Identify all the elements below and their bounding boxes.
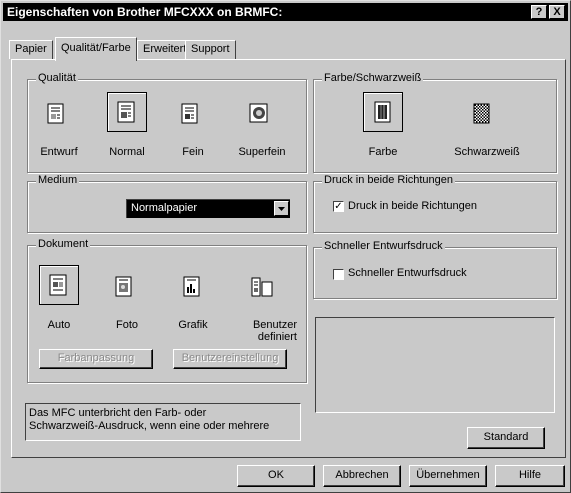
- tab-papier[interactable]: Papier: [9, 40, 53, 59]
- quality-fine-label: Fein: [182, 146, 204, 158]
- medium-select-value: Normalpapier: [131, 202, 198, 214]
- color-icon[interactable]: [363, 92, 403, 132]
- fast-draft-checkbox[interactable]: [333, 269, 344, 280]
- monochrome-label: Schwarzweiß: [454, 146, 520, 158]
- cancel-button[interactable]: Abbrechen: [323, 465, 401, 487]
- superfine-quality-icon[interactable]: [243, 97, 277, 131]
- custom-document-icon[interactable]: [245, 270, 279, 304]
- document-custom-label: Benutzer definiert: [252, 319, 297, 343]
- help-button[interactable]: ?: [531, 5, 547, 19]
- document-photo-label: Foto: [115, 319, 138, 331]
- ok-button[interactable]: OK: [237, 465, 315, 487]
- preview-box: [315, 317, 555, 413]
- document-graphic-label: Grafik: [178, 319, 208, 331]
- tab-support[interactable]: Support: [185, 40, 236, 59]
- fine-quality-icon[interactable]: [175, 97, 209, 131]
- duplex-group-label: Druck in beide Richtungen: [322, 174, 456, 186]
- color-group-label: Farbe/Schwarzweiß: [322, 72, 424, 84]
- close-button[interactable]: X: [549, 5, 565, 19]
- color-label: Farbe: [368, 146, 398, 158]
- document-group-label: Dokument: [36, 238, 91, 250]
- help-footer-button[interactable]: Hilfe: [495, 465, 565, 487]
- standard-button[interactable]: Standard: [467, 427, 545, 449]
- duplex-checkbox[interactable]: ✓: [333, 201, 344, 212]
- title-bar: Eigenschaften von Brother MFCXXX on BRMF…: [3, 3, 568, 21]
- apply-button[interactable]: Übernehmen: [409, 465, 487, 487]
- window-title: Eigenschaften von Brother MFCXXX on BRMF…: [7, 5, 283, 19]
- info-box: Das MFC unterbricht den Farb- oder Schwa…: [25, 403, 301, 441]
- graphic-document-icon[interactable]: [177, 270, 211, 304]
- fast-draft-checkbox-label[interactable]: Schneller Entwurfsdruck: [348, 267, 467, 279]
- medium-select[interactable]: Normalpapier: [126, 199, 290, 218]
- duplex-checkbox-label[interactable]: Druck in beide Richtungen: [348, 200, 477, 212]
- medium-group-label: Medium: [36, 174, 80, 186]
- photo-document-icon[interactable]: [109, 270, 143, 304]
- properties-dialog: Eigenschaften von Brother MFCXXX on BRMF…: [0, 0, 571, 493]
- draft-quality-icon[interactable]: [41, 97, 75, 131]
- color-group: Farbe/Schwarzweiß: [313, 72, 557, 173]
- tab-label: Qualität/Farbe: [61, 42, 131, 54]
- quality-draft-label: Entwurf: [40, 146, 78, 158]
- auto-document-icon[interactable]: [39, 265, 79, 305]
- normal-quality-icon[interactable]: [107, 92, 147, 132]
- color-adjustment-button[interactable]: Farbanpassung: [39, 349, 153, 369]
- monochrome-icon[interactable]: [467, 97, 501, 131]
- document-auto-label: Auto: [47, 319, 71, 331]
- quality-normal-label: Normal: [109, 146, 145, 158]
- tab-qualitaet-farbe[interactable]: Qualität/Farbe: [55, 37, 137, 61]
- quality-group-label: Qualität: [36, 72, 78, 84]
- user-settings-button[interactable]: Benutzereinstellung: [173, 349, 287, 369]
- quality-superfine-label: Superfein: [238, 146, 286, 158]
- chevron-down-icon[interactable]: [274, 201, 289, 216]
- fast-draft-group-label: Schneller Entwurfsdruck: [322, 240, 445, 252]
